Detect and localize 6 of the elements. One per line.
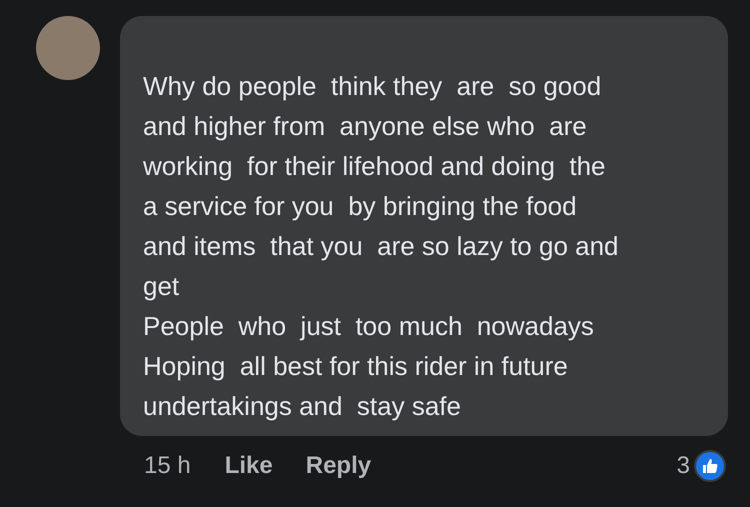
reaction-count: 3: [676, 451, 690, 481]
like-link[interactable]: Like: [224, 448, 273, 484]
timestamp: 15 h: [144, 451, 191, 481]
comment-text: Why do people think they are so good and higher from anyone else who are working for their lifehood and doing the a service for you by bringing the food and items that you are so lazy to go and get People who just too much nowadays Hoping all best for this rider in future undertakings and stay safe: [143, 70, 620, 423]
reply-link[interactable]: Reply: [306, 448, 372, 484]
thumbs-up-icon: [694, 450, 726, 482]
